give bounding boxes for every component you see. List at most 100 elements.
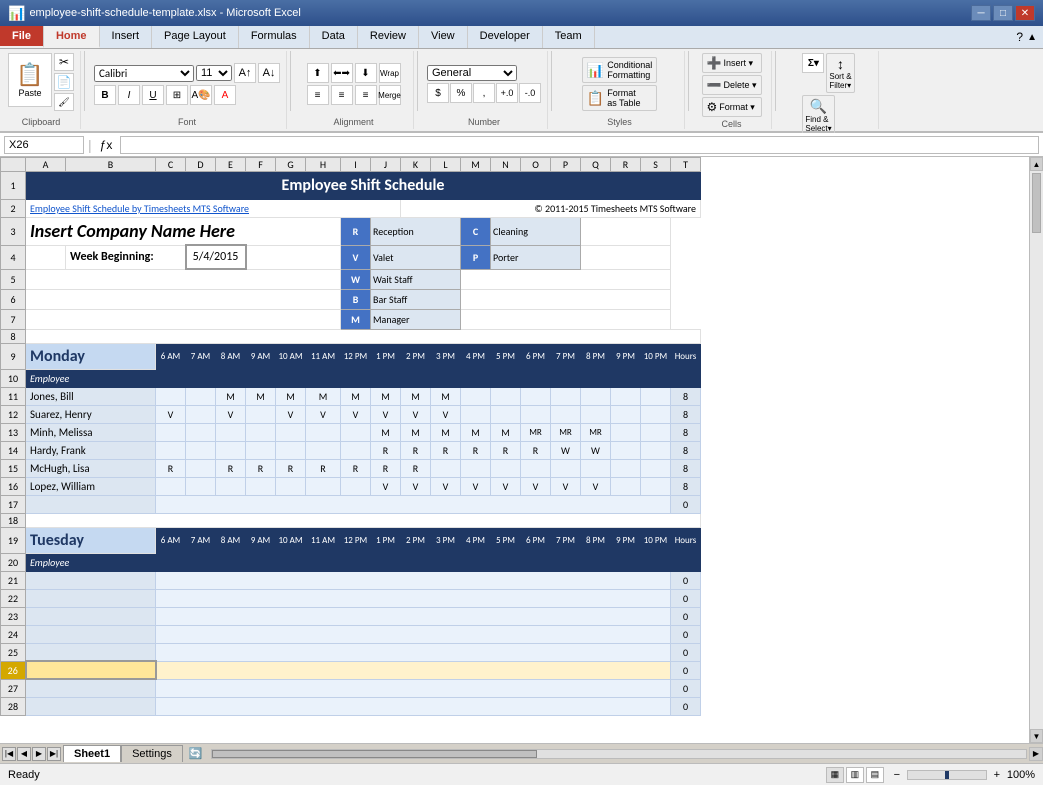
shift-suarez-8pm[interactable]: [581, 405, 611, 423]
row-17[interactable]: 17 0: [1, 495, 701, 513]
insert-button[interactable]: ➕Insert ▾: [702, 53, 762, 73]
format-as-table-button[interactable]: 📋 Formatas Table: [582, 85, 657, 111]
zoom-out-button[interactable]: −: [890, 768, 904, 782]
fill-color-button[interactable]: A🎨: [190, 85, 212, 105]
week-date-cell[interactable]: 5/4/2015: [186, 245, 246, 269]
tab-team[interactable]: Team: [543, 26, 595, 48]
hours-hardy[interactable]: 8: [671, 441, 701, 459]
tab-nav-prev[interactable]: ◀: [17, 747, 31, 761]
format-button[interactable]: ⚙Format ▾: [702, 97, 762, 117]
increase-decimal-button[interactable]: +.0: [496, 83, 518, 103]
col-header-p[interactable]: P: [551, 158, 581, 172]
row-22[interactable]: 220: [1, 589, 701, 607]
col-header-d[interactable]: D: [186, 158, 216, 172]
cut-button[interactable]: ✂: [54, 53, 74, 71]
align-left-button[interactable]: ≡: [307, 85, 329, 105]
shift-jones-4pm[interactable]: [461, 387, 491, 405]
row-28[interactable]: 280: [1, 697, 701, 715]
tab-nav-last[interactable]: ▶|: [47, 747, 61, 761]
col-header-n[interactable]: N: [491, 158, 521, 172]
tab-nav-first[interactable]: |◀: [2, 747, 16, 761]
comma-button[interactable]: ,: [473, 83, 495, 103]
col-header-m[interactable]: M: [461, 158, 491, 172]
font-color-button[interactable]: A: [214, 85, 236, 105]
shift-suarez-2pm[interactable]: V: [401, 405, 431, 423]
hours-mchugh[interactable]: 8: [671, 459, 701, 477]
col-header-c[interactable]: C: [156, 158, 186, 172]
tab-developer[interactable]: Developer: [468, 26, 543, 48]
tab-data[interactable]: Data: [310, 26, 358, 48]
shift-suarez-7am[interactable]: [186, 405, 216, 423]
shift-jones-9pm[interactable]: [611, 387, 641, 405]
name-box[interactable]: [4, 136, 84, 154]
underline-button[interactable]: U: [142, 85, 164, 105]
shift-jones-6am[interactable]: [156, 387, 186, 405]
shift-jones-2pm[interactable]: M: [401, 387, 431, 405]
function-wizard-button[interactable]: ƒx: [96, 138, 117, 152]
page-break-view-button[interactable]: ▤: [866, 767, 884, 783]
zoom-slider[interactable]: [907, 770, 987, 780]
wrap-text-button[interactable]: Wrap: [379, 63, 401, 83]
formula-input[interactable]: [120, 136, 1039, 154]
shift-jones-12pm[interactable]: M: [341, 387, 371, 405]
col-header-o[interactable]: O: [521, 158, 551, 172]
emp-lopez[interactable]: Lopez, William: [26, 477, 156, 495]
tab-view[interactable]: View: [419, 26, 468, 48]
shift-suarez-5pm[interactable]: [491, 405, 521, 423]
help-icon[interactable]: ?: [1016, 30, 1023, 44]
border-button[interactable]: ⊞: [166, 85, 188, 105]
shift-suarez-3pm[interactable]: V: [431, 405, 461, 423]
minimize-button[interactable]: ─: [971, 5, 991, 21]
shift-suarez-10pm[interactable]: [641, 405, 671, 423]
font-name-select[interactable]: Calibri: [94, 65, 194, 82]
align-bottom-button[interactable]: ⬇: [355, 63, 377, 83]
col-header-a[interactable]: A: [26, 158, 66, 172]
ribbon-minimize-icon[interactable]: ▲: [1027, 32, 1037, 43]
italic-button[interactable]: I: [118, 85, 140, 105]
h-scrollbar-track[interactable]: [211, 749, 1027, 759]
shift-jones-3pm[interactable]: M: [431, 387, 461, 405]
shift-suarez-9pm[interactable]: [611, 405, 641, 423]
decrease-font-button[interactable]: A↓: [258, 63, 280, 83]
delete-button[interactable]: ➖Delete ▾: [702, 75, 762, 95]
row-15-mchugh[interactable]: 15 McHugh, Lisa R R R R R R R R: [1, 459, 701, 477]
shift-jones-11am[interactable]: M: [306, 387, 341, 405]
col-header-s[interactable]: S: [641, 158, 671, 172]
col-header-q[interactable]: Q: [581, 158, 611, 172]
emp-suarez[interactable]: Suarez, Henry: [26, 405, 156, 423]
tab-scroll-indicator[interactable]: 🔄: [183, 745, 209, 762]
col-header-b[interactable]: B: [66, 158, 156, 172]
row-23[interactable]: 230: [1, 607, 701, 625]
shift-jones-10am[interactable]: M: [276, 387, 306, 405]
h-scrollbar-thumb[interactable]: [212, 750, 538, 758]
row-11-jones[interactable]: 11 Jones, Bill M M M M M M M M: [1, 387, 701, 405]
shift-suarez-7pm[interactable]: [551, 405, 581, 423]
row-13-minh[interactable]: 13 Minh, Melissa M M M M M: [1, 423, 701, 441]
col-header-k[interactable]: K: [401, 158, 431, 172]
shift-jones-8pm[interactable]: [581, 387, 611, 405]
cell-26-selected[interactable]: [26, 661, 156, 679]
link-cell[interactable]: Employee Shift Schedule by Timesheets MT…: [26, 200, 401, 218]
col-header-f[interactable]: F: [246, 158, 276, 172]
tab-review[interactable]: Review: [358, 26, 419, 48]
autosum-button[interactable]: Σ▾: [802, 53, 824, 73]
zoom-in-button[interactable]: +: [990, 768, 1004, 782]
shift-suarez-4pm[interactable]: [461, 405, 491, 423]
col-header-j[interactable]: J: [371, 158, 401, 172]
vertical-scrollbar[interactable]: ▲ ▼: [1029, 157, 1043, 743]
shift-jones-1pm[interactable]: M: [371, 387, 401, 405]
row-12-suarez[interactable]: 12 Suarez, Henry V V V V V V V V: [1, 405, 701, 423]
merge-center-button[interactable]: Merge: [379, 85, 401, 105]
col-header-l[interactable]: L: [431, 158, 461, 172]
row-25[interactable]: 250: [1, 643, 701, 661]
shift-suarez-8am[interactable]: V: [216, 405, 246, 423]
normal-view-button[interactable]: ▦: [826, 767, 844, 783]
hours-suarez[interactable]: 8: [671, 405, 701, 423]
tab-page-layout[interactable]: Page Layout: [152, 26, 239, 48]
h-scroll-right-button[interactable]: ▶: [1029, 747, 1043, 761]
find-select-button[interactable]: 🔍Find &Select▾: [802, 95, 834, 136]
col-header-g[interactable]: G: [276, 158, 306, 172]
font-size-select[interactable]: 11: [196, 65, 232, 81]
emp-minh[interactable]: Minh, Melissa: [26, 423, 156, 441]
tab-home[interactable]: Home: [44, 26, 100, 48]
